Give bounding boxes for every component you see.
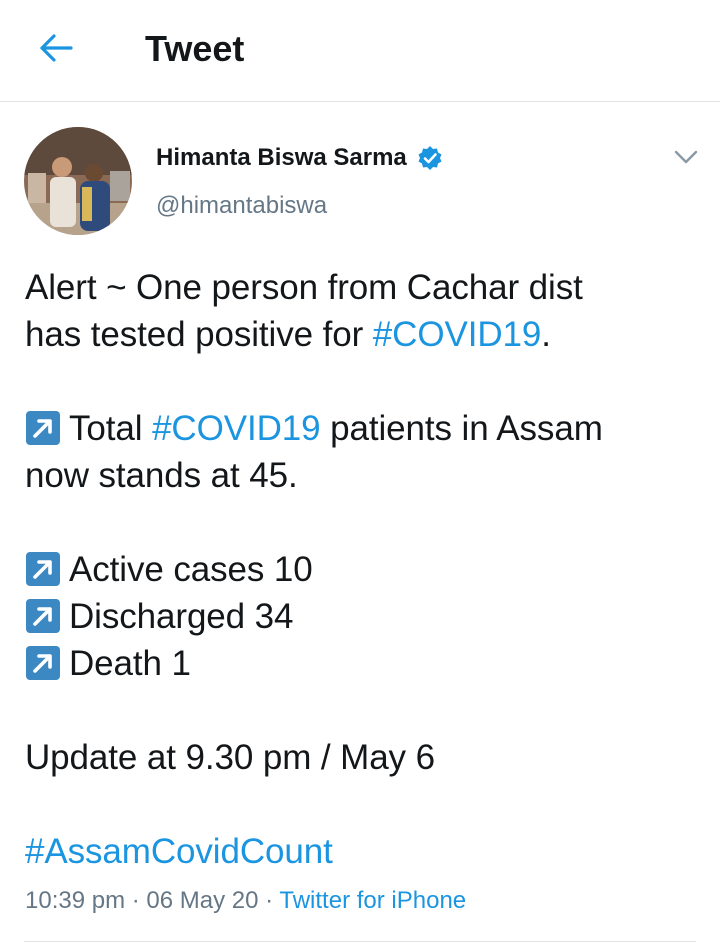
author-handle[interactable]: @himantabiswa xyxy=(156,191,327,221)
tweet-source-link[interactable]: Twitter for iPhone xyxy=(279,887,466,914)
divider xyxy=(24,941,696,942)
hashtag-assamcovidcount-link[interactable]: #AssamCovidCount xyxy=(25,832,333,871)
up-right-arrow-emoji-icon xyxy=(25,645,61,681)
tweet-update-line: Update at 9.30 pm / May 6 xyxy=(25,738,435,777)
author-name[interactable]: Himanta Biswa Sarma xyxy=(156,143,407,173)
author-name-row[interactable]: Himanta Biswa Sarma xyxy=(156,143,443,173)
meta-separator: · xyxy=(125,887,147,914)
tweet-text-span: patients in Assam xyxy=(320,409,603,448)
hashtag-covid19-link[interactable]: #COVID19 xyxy=(373,315,542,354)
stat-active-cases: Active cases 10 xyxy=(69,550,313,589)
tweet-date: 06 May 20 xyxy=(146,887,259,914)
page-title: Tweet xyxy=(145,28,245,69)
hashtag-line: #AssamCovidCount xyxy=(25,828,705,875)
up-right-arrow-emoji-icon xyxy=(25,551,61,587)
tweet-text: Alert ~ One person from Cachar dist has … xyxy=(25,264,705,875)
verified-badge-icon xyxy=(417,145,443,171)
more-options-button[interactable] xyxy=(668,142,704,172)
avatar[interactable] xyxy=(24,127,132,235)
hashtag-covid19-link[interactable]: #COVID19 xyxy=(152,409,321,448)
top-bar: Tweet xyxy=(0,0,720,102)
tweet-text-span: . xyxy=(541,315,551,354)
tweet-line-1: Alert ~ One person from Cachar dist xyxy=(25,268,583,307)
tweet-meta: 10:39 pm · 06 May 20 · Twitter for iPhon… xyxy=(25,885,466,917)
tweet-text-span: has tested positive for xyxy=(25,315,373,354)
tweet-line-2: has tested positive for #COVID19. xyxy=(25,311,705,358)
stat-line: Active cases 10 xyxy=(25,546,705,593)
up-right-arrow-emoji-icon xyxy=(25,410,61,446)
avatar-image xyxy=(24,127,132,235)
stat-line: Death 1 xyxy=(25,640,705,687)
back-button[interactable] xyxy=(34,28,78,68)
stat-death: Death 1 xyxy=(69,644,191,683)
chevron-down-icon xyxy=(674,150,698,164)
tweet-time: 10:39 pm xyxy=(25,887,126,914)
up-right-arrow-emoji-icon xyxy=(25,598,61,634)
meta-separator: · xyxy=(258,887,280,914)
arrow-left-icon xyxy=(40,34,73,62)
stat-line: Discharged 34 xyxy=(25,593,705,640)
tweet-line-3: Total #COVID19 patients in Assam xyxy=(25,405,705,452)
tweet-line-4: now stands at 45. xyxy=(25,456,298,495)
tweet-text-span: Total xyxy=(69,409,153,448)
stat-discharged: Discharged 34 xyxy=(69,597,294,636)
